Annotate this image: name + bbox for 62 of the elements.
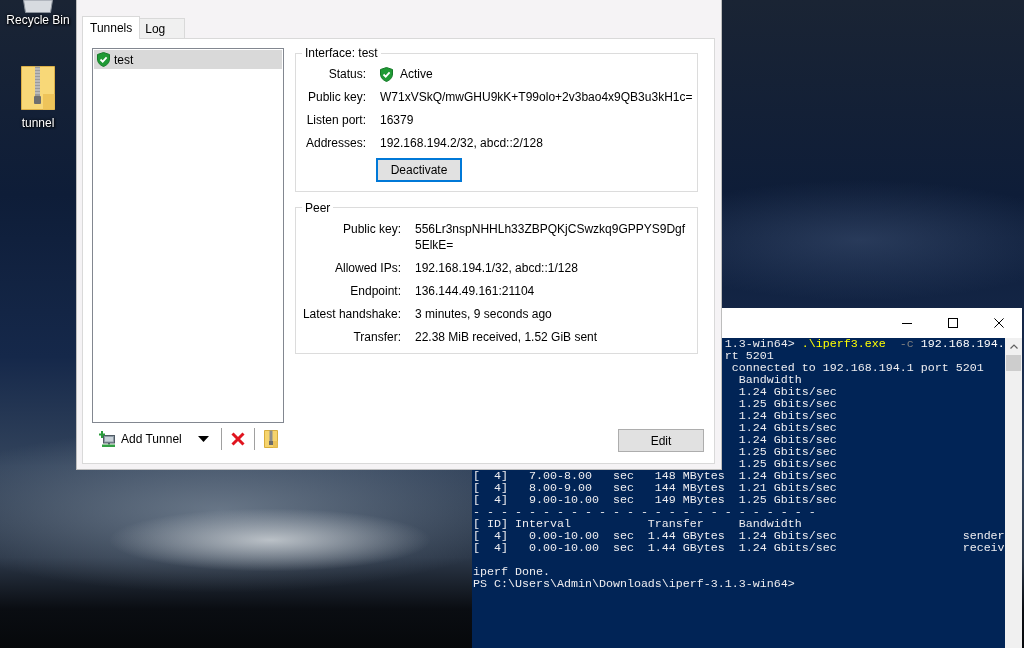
field-value: 556Lr3nspNHHLh33ZBPQKjCSwzkq9GPPYS9Dgf5ElkE=	[415, 221, 686, 252]
console-line: [ 4] 0.00-10.00 sec 1.44 GBytes 1.24 Gbits/sec sender	[473, 529, 1005, 543]
console-line: [ 4] 9.00-10.00 sec 149 MBytes 1.25 Gbits/sec	[473, 493, 837, 507]
minimize-icon	[902, 322, 912, 324]
desktop-icon-label[interactable]: tunnel	[21, 116, 55, 131]
field-label: Allowed IPs:	[334, 260, 401, 275]
field-value: W71xVSkQ/mwGHU9kK+T99olo+2v3bao4x9QB3u3kH1c=	[380, 90, 693, 104]
tunnel-list-item[interactable]: test	[94, 50, 282, 69]
add-tunnel-button[interactable]: Add Tunnel	[96, 427, 185, 451]
console-line: 1.24 Gbits/sec	[738, 421, 837, 435]
console-line: PS C:\Users\Admin\Downloads\iperf-3.1.3-win64>	[473, 577, 795, 591]
computer-plus-icon	[99, 431, 115, 447]
console-line: 1.25 Gbits/sec	[738, 457, 837, 471]
tab[interactable]: Log	[140, 18, 186, 38]
field-label: Listen port:	[306, 113, 366, 127]
console-line: 1.25 Gbits/sec	[738, 445, 837, 459]
console-line: 1.24 Gbits/sec	[738, 409, 837, 423]
console-line: connected to 192.168.194.1 port 5201	[731, 361, 984, 375]
console-line: - - - - - - - - - - - - - - - - - - - - - - - - -	[473, 505, 816, 519]
console-line: [ 4] 8.00-9.00 sec 144 MBytes 1.21 Gbits/sec	[473, 481, 837, 495]
shield-check-icon	[97, 52, 110, 67]
field-label: Public key:	[342, 221, 401, 236]
maximize-icon	[948, 318, 958, 328]
zip-folder-icon	[263, 430, 278, 448]
field-value: 192.168.194.1/32, abcd::1/128	[415, 260, 578, 275]
caret-down-icon	[198, 436, 210, 442]
console-line: rt 5201	[724, 349, 774, 363]
field-label: Transfer:	[353, 329, 401, 344]
console-line: 1.24 Gbits/sec	[738, 433, 837, 447]
group-title: Peer	[304, 199, 332, 216]
console-line: 1.24 Gbits/sec	[738, 385, 837, 399]
tab[interactable]: Tunnels	[82, 16, 141, 39]
group-title: Interface: test	[304, 45, 379, 61]
edit-button[interactable]: Edit	[618, 429, 704, 452]
status-value: Active	[400, 66, 433, 82]
console-line: 1.25 Gbits/sec	[738, 397, 837, 411]
console-line: 1.3-win64> .\iperf3.exe -c 192.168.194.	[724, 337, 1005, 351]
field-label: Latest handshake:	[302, 306, 401, 321]
field-value: 22.38 MiB received, 1.52 GiB sent	[415, 329, 598, 344]
console-line: [ 4] 0.00-10.00 sec 1.44 GBytes 1.24 Gbits/sec receiv	[473, 541, 1005, 555]
recycle-bin-icon[interactable]	[23, 0, 53, 13]
console-line: [ 4] 7.00-8.00 sec 148 MBytes 1.24 Gbits/sec	[473, 469, 837, 483]
cross-icon	[230, 432, 245, 446]
field-value: 16379	[380, 113, 414, 127]
scrollbar-thumb[interactable]	[1006, 355, 1021, 371]
chevron-up-icon	[1009, 344, 1018, 349]
deactivate-button[interactable]: Deactivate	[376, 158, 462, 182]
field-value: 3 minutes, 9 seconds ago	[415, 306, 552, 321]
console-line: Bandwidth	[738, 373, 802, 387]
shield-check-icon	[380, 66, 393, 82]
field-label: Public key:	[307, 90, 366, 104]
close-icon	[994, 318, 1004, 328]
scrollbar[interactable]	[1005, 338, 1022, 648]
field-value: 136.144.49.161:21104	[415, 283, 535, 298]
field-label: Addresses:	[305, 136, 366, 150]
field-label: Status:	[328, 67, 366, 81]
desktop-icon-label[interactable]: Recycle Bin	[6, 13, 70, 28]
console-line: iperf Done.	[473, 565, 550, 579]
console-line: [ ID] Interval Transfer Bandwidth	[473, 517, 802, 531]
field-value: 192.168.194.2/32, abcd::2/128	[380, 136, 543, 150]
zip-folder-icon[interactable]	[21, 66, 55, 110]
field-label: Endpoint:	[350, 283, 401, 298]
